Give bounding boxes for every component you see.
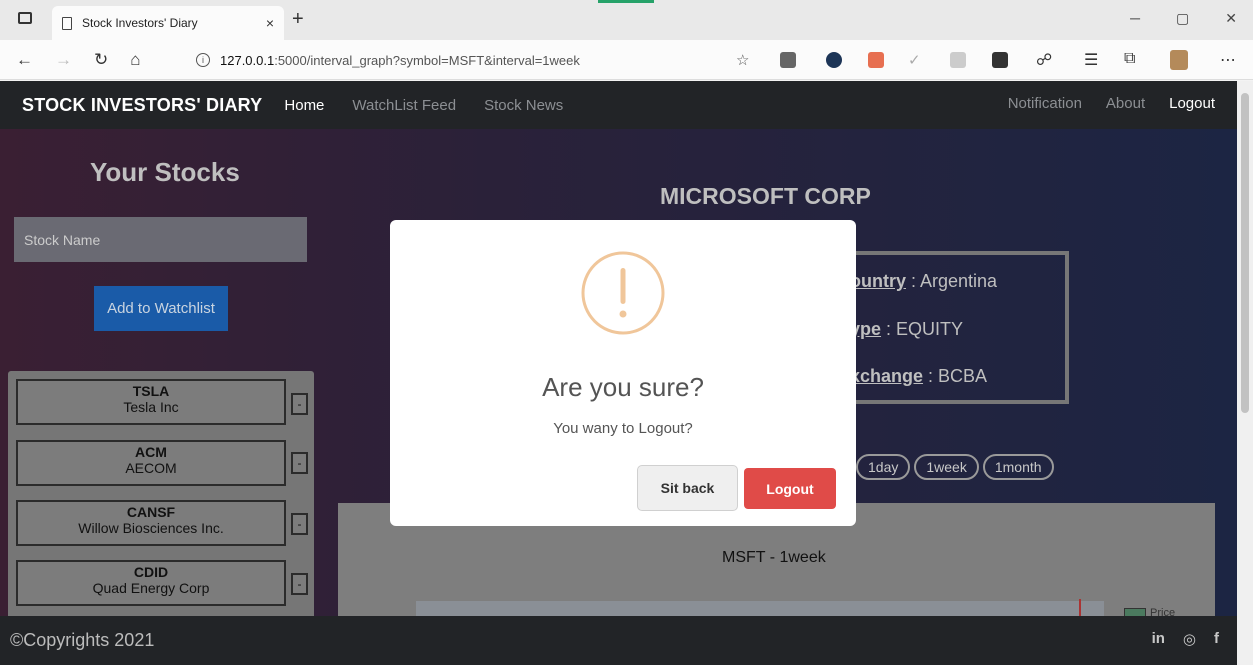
- dialog-message: You wany to Logout?: [553, 420, 693, 437]
- home-icon[interactable]: ⌂: [130, 50, 140, 70]
- page-scrollbar[interactable]: [1237, 81, 1253, 665]
- warning-icon: [581, 251, 665, 335]
- dialog-title: Are you sure?: [542, 372, 704, 402]
- nav-buttons: ← → ↻ ⌂: [16, 50, 141, 70]
- check-extension-icon[interactable]: ✓: [908, 51, 921, 69]
- tab-actions-icon[interactable]: [18, 12, 32, 24]
- refresh-icon[interactable]: ↻: [94, 50, 108, 70]
- url-field[interactable]: i 127.0.0.1 :5000/interval_graph?symbol=…: [196, 46, 776, 74]
- modal-overlay: Are you sure? You wany to Logout? Sit ba…: [0, 81, 1237, 665]
- pocket-extension-icon[interactable]: [780, 52, 796, 68]
- back-icon[interactable]: ←: [16, 50, 33, 70]
- scrollbar-thumb[interactable]: [1241, 93, 1249, 413]
- favorite-icon[interactable]: ☆: [736, 51, 749, 69]
- profile-avatar-icon[interactable]: [1170, 50, 1188, 70]
- tab-title: Stock Investors' Diary: [82, 16, 198, 30]
- url-host: 127.0.0.1: [220, 52, 275, 68]
- site-info-icon[interactable]: i: [196, 53, 210, 67]
- extension-red-icon[interactable]: [868, 52, 884, 68]
- extension-dark-icon[interactable]: [826, 52, 842, 68]
- close-window-button[interactable]: ✕: [1225, 10, 1237, 27]
- extension-puzzle-icon[interactable]: ☍: [1036, 50, 1052, 70]
- confirm-logout-dialog: Are you sure? You wany to Logout? Sit ba…: [390, 220, 856, 526]
- new-tab-button[interactable]: +: [292, 8, 304, 31]
- confirm-logout-button[interactable]: Logout: [744, 468, 836, 509]
- window-controls: ─ ▢ ✕: [1130, 10, 1237, 27]
- selenium-extension-icon[interactable]: [992, 52, 1008, 68]
- browser-tab[interactable]: Stock Investors' Diary ×: [52, 6, 284, 40]
- document-icon: [62, 16, 72, 30]
- favorites-list-icon[interactable]: ☰: [1084, 50, 1098, 70]
- more-menu-icon[interactable]: ⋯: [1220, 50, 1236, 70]
- web-page: STOCK INVESTORS' DIARY Home WatchList Fe…: [0, 81, 1237, 665]
- browser-tabbar: Stock Investors' Diary × + ─ ▢ ✕: [0, 0, 1253, 40]
- url-path: :5000/interval_graph?symbol=MSFT&interva…: [274, 52, 580, 68]
- address-bar: ← → ↻ ⌂ i 127.0.0.1 :5000/interval_graph…: [0, 40, 1253, 80]
- sit-back-button[interactable]: Sit back: [637, 465, 738, 511]
- tab-close-icon[interactable]: ×: [266, 15, 274, 31]
- extension-gray-icon[interactable]: [950, 52, 966, 68]
- collections-icon[interactable]: ⧉: [1124, 50, 1135, 68]
- minimize-button[interactable]: ─: [1130, 10, 1140, 27]
- progress-indicator: [598, 0, 654, 3]
- forward-icon[interactable]: →: [55, 50, 72, 70]
- maximize-button[interactable]: ▢: [1176, 10, 1189, 27]
